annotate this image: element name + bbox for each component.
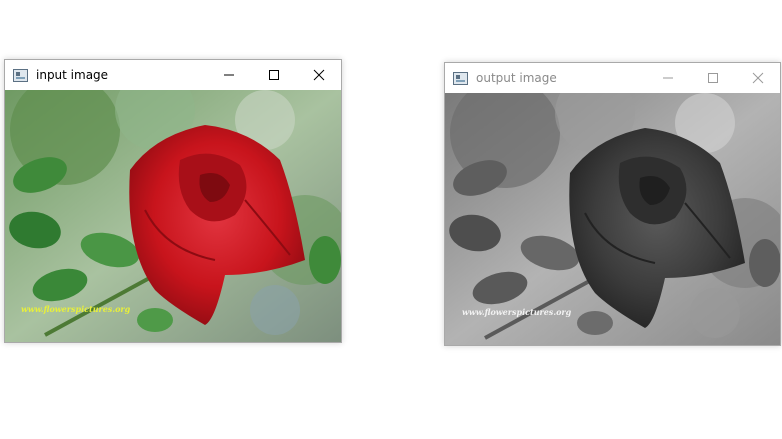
- app-image-icon[interactable]: [453, 71, 468, 85]
- output-image-window[interactable]: output image www.flowerspictures.org: [444, 62, 781, 346]
- image-watermark: www.flowerspictures.org: [462, 307, 572, 317]
- window-title: input image: [36, 68, 109, 82]
- output-image-canvas: www.flowerspictures.org: [445, 93, 780, 345]
- maximize-icon: [707, 73, 718, 83]
- input-image-window[interactable]: input image www.flowerspictures.org: [4, 59, 342, 343]
- close-button[interactable]: [296, 60, 341, 90]
- input-image-canvas: www.flowerspictures.org: [5, 90, 341, 342]
- close-icon: [752, 72, 763, 84]
- desktop: input image www.flowerspictures.org outp…: [0, 0, 782, 439]
- minimize-button[interactable]: [206, 60, 251, 90]
- minimize-icon: [223, 74, 234, 76]
- app-image-icon[interactable]: [13, 68, 28, 82]
- close-icon: [313, 69, 324, 81]
- minimize-icon: [662, 77, 673, 79]
- image-watermark: www.flowerspictures.org: [21, 304, 131, 314]
- maximize-button[interactable]: [251, 60, 296, 90]
- maximize-icon: [268, 70, 279, 80]
- close-button[interactable]: [735, 63, 780, 93]
- minimize-button[interactable]: [645, 63, 690, 93]
- maximize-button[interactable]: [690, 63, 735, 93]
- input-window-titlebar[interactable]: input image: [5, 60, 341, 90]
- output-window-titlebar[interactable]: output image: [445, 63, 780, 93]
- window-title: output image: [476, 71, 557, 85]
